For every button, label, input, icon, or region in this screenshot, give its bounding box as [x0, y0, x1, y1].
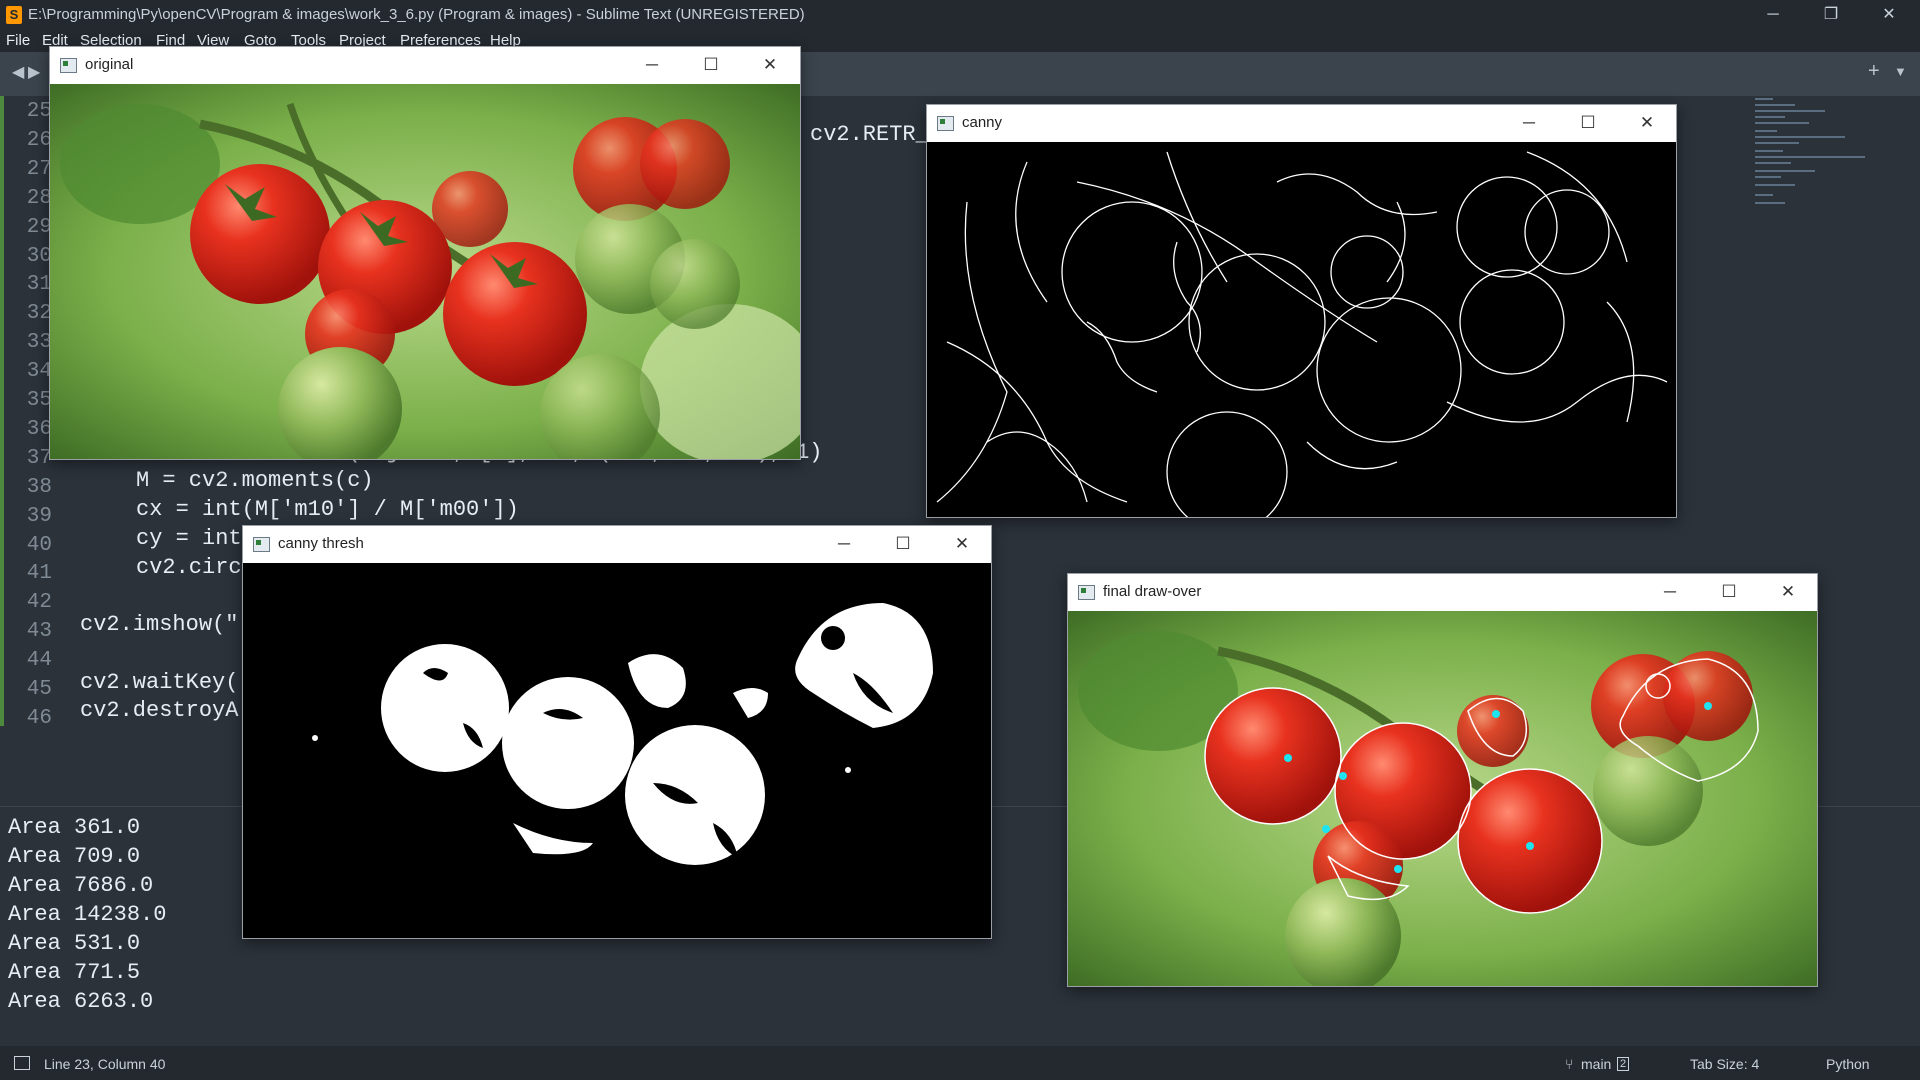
output-line: Area 361.0 — [8, 815, 141, 840]
minimize-icon[interactable]: ─ — [1744, 0, 1802, 30]
app-window-icon — [1078, 585, 1095, 600]
line-number: 35 — [26, 389, 52, 412]
line-number: 32 — [26, 302, 52, 326]
minimize-icon[interactable]: ─ — [632, 52, 672, 78]
code-line-43: cv2.imshow(" — [80, 612, 239, 637]
close-icon[interactable]: ✕ — [750, 52, 790, 78]
output-line: Area 14238.0 — [8, 902, 167, 927]
minimize-icon[interactable]: ─ — [1650, 579, 1690, 605]
maximize-icon[interactable]: ☐ — [883, 531, 923, 557]
panel-toggle-icon[interactable] — [14, 1056, 30, 1070]
close-icon[interactable]: ✕ — [942, 531, 982, 557]
code-line-46: cv2.destroyA — [80, 698, 239, 723]
cv-window-title: final draw-over — [1103, 583, 1202, 600]
syntax-mode[interactable]: Python — [1826, 1056, 1870, 1072]
cv-window-title: canny thresh — [278, 535, 364, 552]
branch-count-badge: 2 — [1617, 1057, 1630, 1071]
threshold-image — [243, 563, 991, 938]
tab-back-icon[interactable]: ◀ — [12, 62, 24, 82]
canny-edge-image — [927, 142, 1676, 517]
new-tab-icon[interactable]: + — [1868, 60, 1880, 83]
sublime-logo-icon: S — [6, 6, 22, 24]
output-line: Area 7686.0 — [8, 873, 154, 898]
maximize-icon[interactable]: ☐ — [1568, 110, 1608, 136]
cv-titlebar[interactable]: canny thresh ─ ☐ ✕ — [243, 526, 991, 562]
tab-menu-icon[interactable]: ▼ — [1894, 64, 1907, 79]
cv-window-title: original — [85, 56, 134, 73]
app-window-icon — [937, 116, 954, 131]
line-number: 41 — [26, 562, 52, 586]
close-icon[interactable]: ✕ — [1768, 579, 1808, 605]
app-window-icon — [60, 58, 77, 73]
line-number: 31 — [26, 273, 52, 297]
line-number: 45 — [26, 678, 52, 701]
line-number: 37 — [26, 446, 52, 470]
close-icon[interactable]: ✕ — [1860, 0, 1918, 30]
status-bar: Line 23, Column 40 ⑂ main 2 Tab Size: 4 … — [0, 1046, 1920, 1080]
code-line-45: cv2.waitKey( — [80, 670, 239, 695]
line-number: 28 — [26, 186, 52, 210]
tab-forward-icon[interactable]: ▶ — [28, 62, 40, 82]
cv-titlebar[interactable]: original ─ ☐ ✕ — [50, 47, 800, 83]
line-number: 29 — [26, 215, 52, 239]
cv-window-canny[interactable]: canny ─ ☐ ✕ — [926, 104, 1677, 518]
code-line-38: M = cv2.moments(c) — [136, 468, 374, 493]
line-number: 33 — [26, 331, 52, 355]
cursor-position[interactable]: Line 23, Column 40 — [44, 1056, 165, 1072]
cv-window-canny-thresh[interactable]: canny thresh ─ ☐ ✕ — [242, 525, 992, 939]
final-overlay-image — [1068, 611, 1817, 986]
line-number: 26 — [26, 128, 52, 152]
close-icon[interactable]: ✕ — [1627, 110, 1667, 136]
line-number: 34 — [26, 360, 52, 384]
line-number: 30 — [26, 244, 52, 268]
code-line-41: cv2.circ — [136, 555, 242, 580]
output-line: Area 6263.0 — [8, 989, 154, 1014]
maximize-icon[interactable]: ☐ — [1709, 579, 1749, 605]
window-title: E:\Programming\Py\openCV\Program & image… — [28, 6, 805, 23]
output-line: Area 531.0 — [8, 931, 141, 956]
line-number: 42 — [26, 591, 52, 615]
line-number: 44 — [26, 649, 52, 673]
git-branch-icon: ⑂ — [1565, 1056, 1574, 1072]
line-number: 27 — [26, 157, 52, 181]
line-number: 25 — [26, 100, 52, 123]
tomato-photo — [50, 84, 800, 459]
cv-window-title: canny — [962, 114, 1003, 131]
output-line: Area 771.5 — [8, 960, 141, 985]
line-number: 40 — [26, 533, 52, 557]
git-branch[interactable]: main — [1581, 1056, 1611, 1072]
cv-titlebar[interactable]: final draw-over ─ ☐ ✕ — [1068, 574, 1817, 610]
minimap[interactable] — [1755, 96, 1875, 216]
line-number: 46 — [26, 706, 52, 730]
menu-file[interactable]: File — [6, 32, 30, 49]
code-line-26-tail: cv2.RETR_ — [810, 122, 929, 147]
line-number: 39 — [26, 504, 52, 528]
line-number: 43 — [26, 620, 52, 644]
code-line-39: cx = int(M['m10'] / M['m00']) — [136, 497, 519, 522]
git-diff-gutter — [0, 96, 4, 726]
tab-size[interactable]: Tab Size: 4 — [1690, 1056, 1759, 1072]
maximize-icon[interactable]: ☐ — [691, 52, 731, 78]
cv-titlebar[interactable]: canny ─ ☐ ✕ — [927, 105, 1676, 141]
output-line: Area 709.0 — [8, 844, 141, 869]
minimize-icon[interactable]: ─ — [824, 531, 864, 557]
line-number: 38 — [26, 475, 52, 499]
minimize-icon[interactable]: ─ — [1509, 110, 1549, 136]
code-line-40: cy = int — [136, 526, 242, 551]
title-bar: S E:\Programming\Py\openCV\Program & ima… — [0, 0, 1920, 30]
cv-window-final-draw-over[interactable]: final draw-over ─ ☐ ✕ — [1067, 573, 1818, 987]
line-number: 36 — [26, 417, 52, 441]
app-window-icon — [253, 537, 270, 552]
cv-window-original[interactable]: original ─ ☐ ✕ — [49, 46, 801, 460]
restore-icon[interactable]: ❐ — [1802, 0, 1860, 30]
